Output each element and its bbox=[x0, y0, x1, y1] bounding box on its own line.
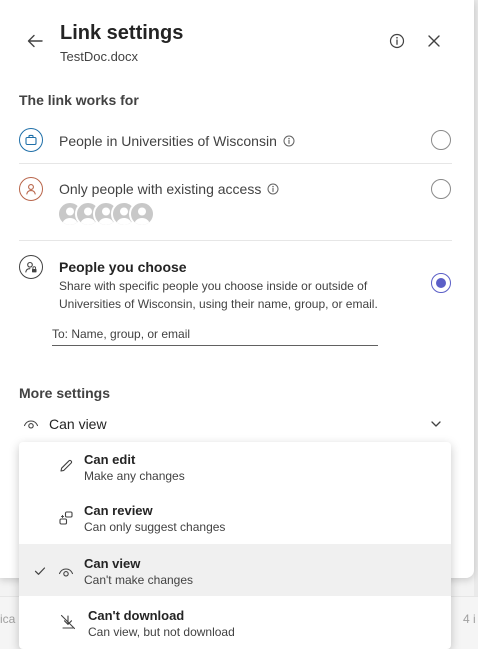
permission-dropdown[interactable]: Can view bbox=[19, 410, 452, 438]
link-works-for-heading: The link works for bbox=[19, 92, 139, 108]
background-left-text: ica bbox=[0, 612, 16, 626]
info-icon[interactable] bbox=[267, 183, 279, 195]
menu-item-can-view[interactable]: Can view Can't make changes bbox=[19, 544, 451, 596]
permission-menu: Can edit Make any changes Can review Can… bbox=[19, 442, 451, 649]
option-people-you-choose-radio[interactable] bbox=[431, 273, 451, 293]
file-name: TestDoc.docx bbox=[60, 49, 139, 64]
no-download-icon bbox=[59, 613, 77, 631]
option-people-you-choose-label: People you choose bbox=[59, 259, 187, 275]
option-existing-access-label-wrap: Only people with existing access bbox=[59, 181, 279, 197]
option-organization-radio[interactable] bbox=[431, 130, 451, 150]
avatar-group bbox=[57, 201, 155, 227]
eye-icon bbox=[57, 563, 75, 581]
background-right-text: 4 i bbox=[463, 612, 476, 626]
info-icon[interactable] bbox=[283, 135, 295, 147]
menu-item-cant-download[interactable]: Can't download Can view, but not downloa… bbox=[19, 596, 451, 648]
option-organization-label-wrap: People in Universities of Wisconsin bbox=[59, 133, 295, 149]
close-icon bbox=[428, 35, 440, 47]
checkmark-icon bbox=[33, 564, 47, 578]
option-organization[interactable]: People in Universities of Wisconsin bbox=[19, 116, 452, 164]
menu-item-subtitle: Can't make changes bbox=[84, 573, 194, 587]
person-icon bbox=[19, 177, 43, 201]
info-button[interactable] bbox=[388, 32, 406, 50]
person-lock-icon bbox=[19, 255, 43, 279]
recipient-input[interactable] bbox=[52, 322, 378, 346]
option-people-you-choose-description: Share with specific people you choose in… bbox=[59, 279, 378, 311]
back-button[interactable] bbox=[24, 30, 46, 52]
menu-item-title: Can review bbox=[84, 503, 153, 518]
background-scroll-area bbox=[474, 0, 478, 596]
menu-item-title: Can't download bbox=[88, 608, 185, 623]
menu-item-can-review[interactable]: Can review Can only suggest changes bbox=[19, 492, 451, 544]
arrow-left-icon bbox=[27, 34, 43, 48]
option-organization-label: People in Universities of Wisconsin bbox=[59, 133, 277, 149]
menu-item-subtitle: Make any changes bbox=[84, 469, 185, 483]
option-existing-access-radio[interactable] bbox=[431, 179, 451, 199]
menu-item-subtitle: Can view, but not download bbox=[88, 625, 235, 639]
panel-title: Link settings bbox=[60, 22, 184, 44]
option-existing-access-label: Only people with existing access bbox=[59, 181, 262, 197]
menu-item-can-edit[interactable]: Can edit Make any changes bbox=[19, 442, 451, 490]
menu-item-title: Can view bbox=[84, 556, 141, 571]
eye-icon bbox=[21, 414, 41, 434]
menu-item-subtitle: Can only suggest changes bbox=[84, 520, 226, 534]
close-button[interactable] bbox=[425, 32, 443, 50]
review-icon bbox=[57, 509, 75, 527]
briefcase-icon bbox=[19, 128, 43, 152]
menu-item-title: Can edit bbox=[84, 452, 136, 467]
info-icon bbox=[389, 33, 405, 49]
more-settings-heading: More settings bbox=[19, 385, 111, 401]
chevron-down-icon bbox=[428, 416, 444, 432]
avatar bbox=[129, 201, 155, 227]
pencil-icon bbox=[57, 457, 75, 475]
permission-dropdown-value: Can view bbox=[49, 416, 107, 432]
option-existing-access[interactable]: Only people with existing access bbox=[19, 165, 452, 241]
